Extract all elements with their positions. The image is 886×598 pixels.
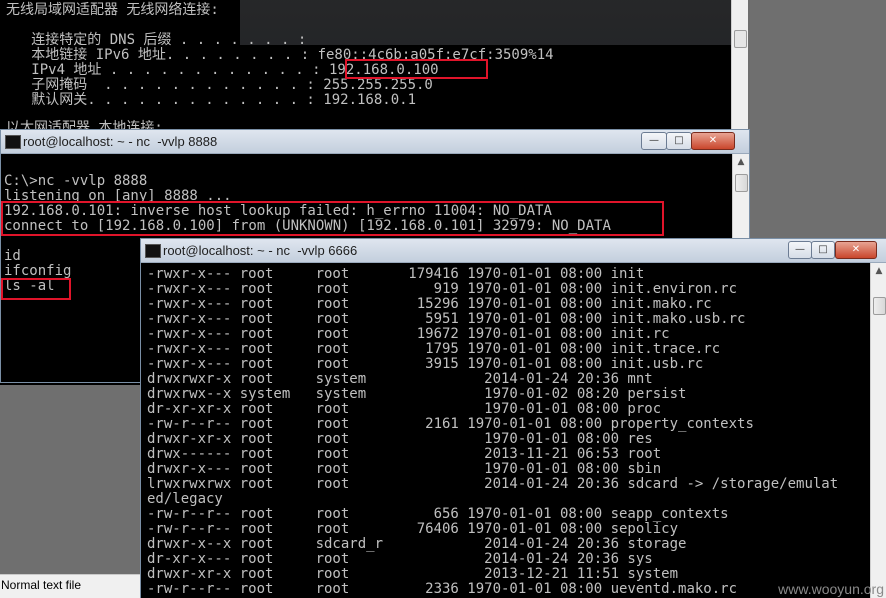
listing-row: drwxr-x--x root sdcard_r 2014-01-24 20:3… [147,536,687,552]
editor-toolbar-ghost [240,0,748,45]
terminal-scrollbar[interactable]: ▲ [870,263,886,598]
listing-row: drwxrwxr-x root system 2014-01-24 20:36 … [147,371,653,387]
listing-row: -rwxr-x--- root root 5951 1970-01-01 08:… [147,311,746,327]
terminal-output: -rwxr-x--- root root 179416 1970-01-01 0… [147,267,869,598]
close-button[interactable]: ✕ [691,132,735,150]
listing-row: -rwxr-x--- root root 19672 1970-01-01 08… [147,326,670,342]
terminal-icon [145,244,161,258]
listing-row: -rwxr-x--- root root 3915 1970-01-01 08:… [147,356,704,372]
console-scrollbar[interactable] [731,0,748,130]
terminal-line: id [4,248,21,264]
maximize-button[interactable]: □ [666,132,692,150]
listing-row: dr-xr-xr-x root root 1970-01-01 08:00 pr… [147,401,662,417]
window-title: root@localhost: ~ - nc -vvlp 6666 [163,243,358,258]
scroll-up-arrow-icon[interactable]: ▲ [871,263,886,279]
listing-row: dr-xr-x--- root root 2014-01-24 20:36 sy… [147,551,653,567]
title-bar[interactable]: root@localhost: ~ - nc -vvlp 6666 — □ ✕ [141,239,886,263]
listing-row: drwxrwx--x system system 1970-01-02 08:2… [147,386,687,402]
watermark: www.wooyun.org [778,581,884,597]
highlight-connection-lines [1,201,664,236]
listing-row: drwxr-xr-x root root 1970-01-01 08:00 re… [147,431,653,447]
editor-status-bar: Normal text file [0,574,140,598]
listing-row: -rwxr-x--- root root 15296 1970-01-01 08… [147,296,712,312]
maximize-button[interactable]: □ [811,241,835,259]
title-bar[interactable]: root@localhost: ~ - nc -vvlp 8888 — □ ✕ [1,130,749,154]
scrollbar-thumb[interactable] [873,297,886,315]
listing-row: -rw-r--r-- root root 2161 1970-01-01 08:… [147,416,754,432]
window-title: root@localhost: ~ - nc -vvlp 8888 [23,134,218,149]
listing-row: lrwxrwxrwx root root 2014-01-24 20:36 sd… [147,476,839,492]
listing-row: -rwxr-x--- root root 179416 1970-01-01 0… [147,267,645,282]
listing-row: ed/legacy [147,491,223,507]
listing-row: drwxr-x--- root root 1970-01-01 08:00 sb… [147,461,662,477]
listing-row: drwx------ root root 2013-11-21 06:53 ro… [147,446,662,462]
minimize-button[interactable]: — [641,132,667,150]
highlight-ls-command [1,278,71,300]
highlight-ipv4-address [345,59,488,79]
nc-6666-window: root@localhost: ~ - nc -vvlp 6666 — □ ✕ … [140,238,886,598]
listing-row: -rw-r--r-- root root 76406 1970-01-01 08… [147,521,679,537]
file-type-label: Normal text file [1,578,82,592]
listing-row: drwxr-xr-x root root 2013-12-21 11:51 sy… [147,566,679,582]
listing-row: -rwxr-x--- root root 919 1970-01-01 08:0… [147,281,738,297]
listing-row: -rwxr-x--- root root 1795 1970-01-01 08:… [147,341,721,357]
console-line: 默认网关. . . . . . . . . . . . . : 192.168.… [6,92,417,108]
listing-row: -rw-r--r-- root root 2336 1970-01-01 08:… [147,581,738,597]
terminal-line: ifconfig [4,263,72,279]
listing-row: -rw-r--r-- root root 656 1970-01-01 08:0… [147,506,729,522]
console-line: 连接特定的 DNS 后缀 . . . . . . . : [6,32,307,48]
scroll-up-arrow-icon[interactable]: ▲ [733,154,749,170]
console-line: 无线局域网适配器 无线网络连接: [6,2,219,18]
close-button[interactable]: ✕ [835,241,877,259]
terminal-line: C:\>nc -vvlp 8888 [4,173,148,189]
console-line: 子网掩码 . . . . . . . . . . . . : 255.255.2… [6,77,433,93]
minimize-button[interactable]: — [788,241,812,259]
terminal-icon [5,135,21,149]
scrollbar-thumb[interactable] [735,174,748,192]
scrollbar-thumb[interactable] [734,30,747,48]
